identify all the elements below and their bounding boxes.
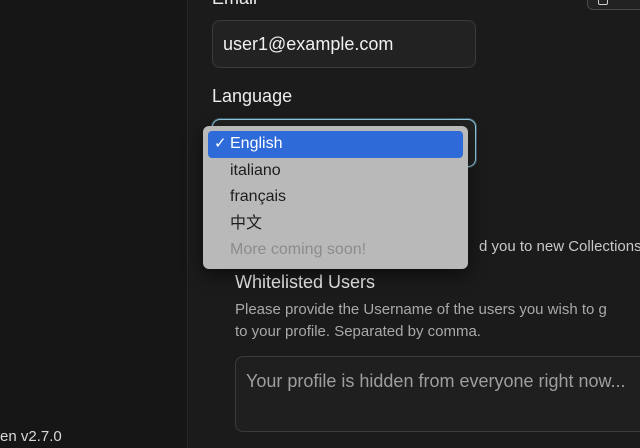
option-label: English [230,135,283,152]
language-option-chinese[interactable]: 中文 [208,211,463,238]
email-label: Email [212,0,257,9]
whitelist-title: Whitelisted Users [235,272,376,292]
option-label: français [230,188,287,205]
whitelist-help: Please provide the Username of the users… [235,299,640,343]
language-dropdown-menu: ✓ English italiano français 中文 More comi… [203,126,468,269]
whitelist-textarea[interactable]: Your profile is hidden from everyone rig… [235,356,640,432]
language-option-coming-soon: More coming soon! [208,237,463,264]
language-option-english[interactable]: ✓ English [208,131,463,158]
collections-help-text: d you to new Collections [479,238,640,255]
language-option-francais[interactable]: français [208,184,463,211]
option-label: More coming soon! [230,241,367,258]
option-label: 中文 [230,214,263,232]
checkmark-icon: ✓ [214,135,227,152]
language-option-italiano[interactable]: italiano [208,158,463,185]
window-icon [598,0,608,5]
whitelist-help-line: Please provide the Username of the users… [235,301,607,318]
email-field[interactable]: user1@example.com [212,20,476,68]
whitelist-help-line: to your profile. Separated by comma. [235,323,481,340]
language-label: Language [212,86,293,106]
top-right-button[interactable] [587,0,640,10]
sidebar: en v2.7.0 [0,0,188,448]
option-label: italiano [230,161,281,179]
version-label: en v2.7.0 [0,428,62,445]
